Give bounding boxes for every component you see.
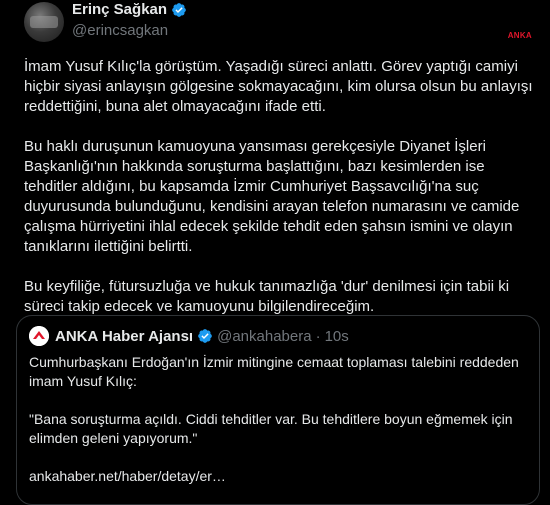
verified-badge-icon	[172, 2, 186, 17]
tweet-header: Erinç Sağkan @erincsagkan	[24, 0, 544, 44]
quoted-tweet-time[interactable]: 10s	[325, 328, 349, 345]
anka-watermark: ANKA	[507, 31, 532, 40]
quoted-author-handle[interactable]: @ankahabera	[217, 328, 311, 345]
quoted-tweet-header: ANKA Haber Ajansı @ankahabera · 10s	[29, 326, 349, 346]
avatar-photo-detail	[30, 16, 58, 28]
quoted-author-name[interactable]: ANKA Haber Ajansı	[55, 328, 193, 345]
time-separator: ·	[315, 327, 321, 345]
quoted-paragraph: Cumhurbaşkanı Erdoğan'ın İzmir mitingine…	[29, 354, 519, 389]
tweet-paragraph: Bu haklı duruşunun kamuoyuna yansıması g…	[24, 138, 520, 255]
tweet-text: İmam Yusuf Kılıç'la görüştüm. Yaşadığı s…	[24, 57, 536, 337]
quoted-author-avatar[interactable]	[29, 326, 49, 346]
author-avatar[interactable]	[24, 2, 64, 42]
quoted-tweet-text: Cumhurbaşkanı Erdoğan'ın İzmir mitingine…	[29, 353, 529, 505]
anka-logo-icon	[29, 326, 49, 346]
quoted-tweet-card[interactable]: ANKA Haber Ajansı @ankahabera · 10s Cumh…	[16, 315, 540, 505]
verified-badge-icon	[198, 329, 212, 343]
quoted-link[interactable]: ankahaber.net/haber/detay/er…	[29, 467, 529, 486]
author-display-name[interactable]: Erinç Sağkan	[72, 1, 167, 18]
author-handle[interactable]: @erincsagkan	[72, 22, 168, 39]
tweet-paragraph: Bu keyfiliğe, fütursuzluğa ve hukuk tanı…	[24, 278, 510, 315]
quoted-paragraph: "Bana soruşturma açıldı. Ciddi tehditler…	[29, 411, 513, 446]
author-name-row: Erinç Sağkan	[72, 1, 187, 18]
tweet-paragraph: İmam Yusuf Kılıç'la görüştüm. Yaşadığı s…	[24, 58, 533, 115]
